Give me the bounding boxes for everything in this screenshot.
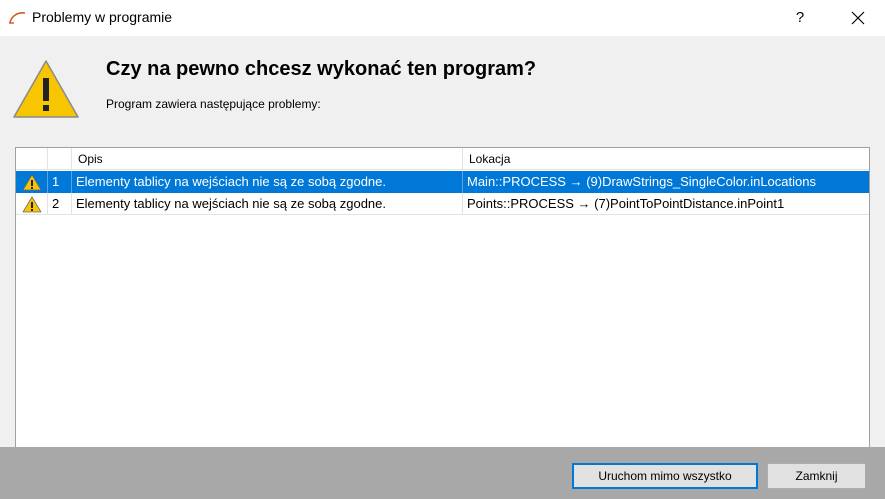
dialog-footer: Uruchom mimo wszystko Zamknij	[0, 447, 885, 499]
col-header-number[interactable]	[48, 148, 72, 170]
title-bar: Problemy w programie ?	[0, 0, 885, 36]
warning-icon	[22, 174, 42, 191]
row-lokacja: Main::PROCESS → (9)DrawStrings_SingleCol…	[467, 174, 816, 189]
close-icon	[851, 11, 865, 25]
run-anyway-button[interactable]: Uruchom mimo wszystko	[572, 463, 758, 489]
dialog-body: Czy na pewno chcesz wykonać ten program?…	[0, 36, 885, 469]
row-number: 1	[48, 171, 72, 193]
table-row[interactable]: 1 Elementy tablicy na wejściach nie są z…	[16, 171, 869, 193]
row-lokacja: Points::PROCESS → (7)PointToPointDistanc…	[467, 196, 785, 211]
col-header-opis[interactable]: Opis	[72, 148, 463, 170]
row-opis: Elementy tablicy na wejściach nie są ze …	[72, 171, 463, 193]
table-header: Opis Lokacja	[16, 148, 869, 170]
help-button[interactable]: ?	[780, 0, 820, 36]
row-number: 2	[48, 193, 72, 215]
dialog-subheading: Program zawiera następujące problemy:	[106, 97, 321, 111]
warning-icon	[22, 196, 42, 213]
dialog-heading: Czy na pewno chcesz wykonać ten program?	[106, 58, 537, 80]
close-window-button[interactable]	[838, 0, 878, 36]
app-logo-icon	[9, 12, 26, 24]
col-header-icon[interactable]	[16, 148, 48, 170]
col-header-lokacja[interactable]: Lokacja	[463, 148, 869, 170]
table-row[interactable]: 2 Elementy tablicy na wejściach nie są z…	[16, 193, 869, 215]
row-opis: Elementy tablicy na wejściach nie są ze …	[72, 193, 463, 215]
window-title: Problemy w programie	[32, 9, 173, 25]
warning-large-icon	[13, 60, 79, 118]
problems-table[interactable]: Opis Lokacja 1 Elementy tablicy na wejśc…	[15, 147, 870, 469]
close-button[interactable]: Zamknij	[767, 463, 866, 489]
